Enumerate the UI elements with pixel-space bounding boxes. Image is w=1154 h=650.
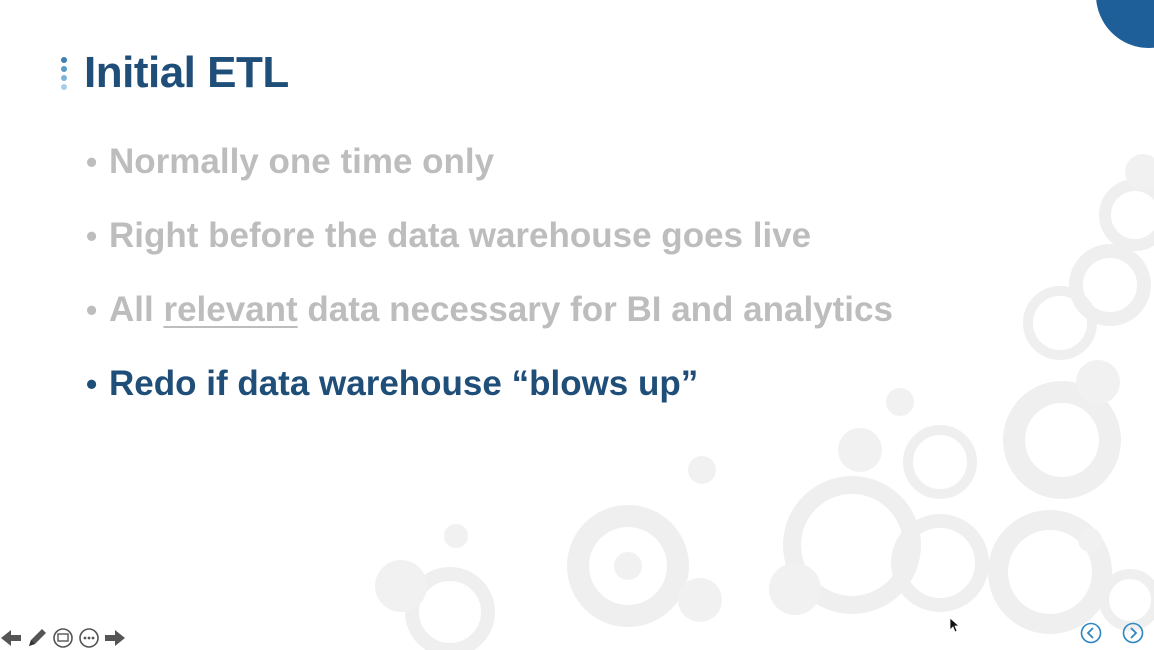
bullet-dot: • [86,292,98,328]
slide: Initial ETL • Normally one time only • R… [0,0,1154,650]
slide-title: Initial ETL [84,48,289,97]
pen-icon[interactable] [26,627,48,649]
presenter-controls [0,624,126,650]
bullet-item-redo: • Redo if data warehouse “blows up” [86,364,893,438]
bullet-item-relevant-data: • All relevant data necessary for BI and… [86,290,893,364]
bullet-dot: • [86,218,98,254]
bullet-text: All relevant data necessary for BI and a… [109,290,893,330]
bullet-list: • Normally one time only • Right before … [86,142,893,438]
arrow-left-icon[interactable] [0,627,22,649]
arrow-right-icon[interactable] [104,627,126,649]
bullet-text: Right before the data warehouse goes liv… [109,216,812,255]
bullet-text-suffix: data necessary for BI and analytics [297,290,893,329]
next-slide-icon[interactable] [1122,622,1144,644]
bullet-item-normally: • Normally one time only [86,142,893,216]
bullet-item-right-before: • Right before the data warehouse goes l… [86,216,893,290]
mouse-cursor-icon [949,617,961,633]
more-icon[interactable] [78,627,100,649]
title-dots-icon [61,57,69,97]
slide-navigation [1080,622,1144,644]
bullet-text: Normally one time only [109,142,495,181]
slides-icon[interactable] [52,627,74,649]
underlined-word: relevant [163,290,298,329]
bullet-text: Redo if data warehouse “blows up” [109,364,699,403]
bullet-dot: • [86,366,98,402]
bullet-dot: • [86,144,98,180]
bullet-text-prefix: All [109,290,164,329]
previous-slide-icon[interactable] [1080,622,1102,644]
